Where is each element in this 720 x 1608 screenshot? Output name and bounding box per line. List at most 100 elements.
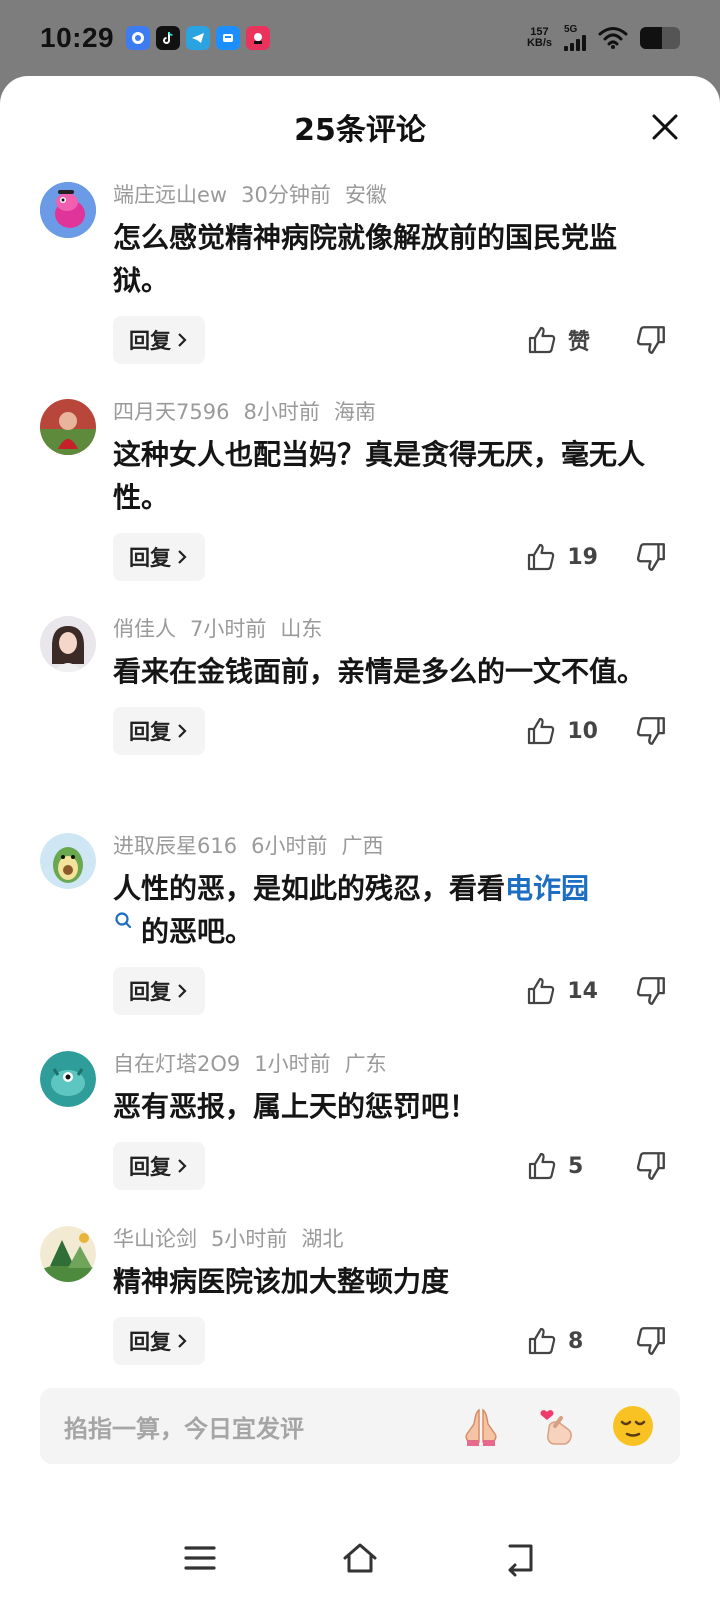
chevron-right-icon bbox=[178, 550, 187, 564]
like-count: 赞 bbox=[568, 330, 591, 355]
comment-location: 广西 bbox=[341, 834, 384, 858]
search-link[interactable]: 电诈园 bbox=[505, 872, 589, 905]
like-count: 5 bbox=[568, 1153, 584, 1179]
comment-location: 海南 bbox=[333, 400, 376, 424]
reply-button[interactable]: 回复 bbox=[113, 967, 205, 1015]
finger-heart-icon[interactable] bbox=[534, 1403, 580, 1449]
thumbs-down-icon[interactable] bbox=[634, 974, 668, 1008]
reply-label: 回复 bbox=[129, 1155, 171, 1179]
tiktok-icon bbox=[156, 26, 181, 50]
like-button[interactable]: 19 bbox=[525, 540, 598, 574]
comments-sheet: 25条评论 端庄远山ew 30分钟前 安徽 怎么感觉精神病院就像解放前的国民党监狱。 bbox=[0, 76, 720, 1608]
thumbs-up-icon bbox=[528, 977, 555, 1005]
like-button[interactable]: 10 bbox=[525, 714, 598, 748]
thumbs-down-icon[interactable] bbox=[634, 540, 668, 574]
like-button[interactable]: 14 bbox=[525, 974, 598, 1008]
comment-actions: 回复 19 bbox=[113, 533, 668, 581]
network-speed: 157 KB/s bbox=[527, 27, 552, 49]
comment-item: 俏佳人 7小时前 山东 看来在金钱面前，亲情是多么的一文不值。 回复 10 bbox=[0, 612, 720, 829]
comment-item: 进取辰星616 6小时前 广西 人性的恶，是如此的残忍，看看电诈园 的恶吧。 回复 … bbox=[0, 829, 720, 1047]
comment-username[interactable]: 四月天7596 bbox=[113, 400, 229, 424]
app-notification-icon bbox=[126, 26, 151, 50]
comment-text: 这种女人也配当妈？真是贪得无厌，毫无人性。 bbox=[113, 438, 646, 514]
chevron-right-icon bbox=[178, 333, 187, 347]
avatar[interactable] bbox=[40, 1051, 96, 1107]
reply-button[interactable]: 回复 bbox=[113, 1317, 205, 1365]
comment-item: 端庄远山ew 30分钟前 安徽 怎么感觉精神病院就像解放前的国民党监狱。 回复 赞 bbox=[0, 178, 720, 395]
menu-icon[interactable] bbox=[180, 1538, 220, 1578]
battery-fill bbox=[640, 27, 662, 49]
like-button[interactable]: 5 bbox=[526, 1149, 598, 1183]
network-type: 5G bbox=[564, 24, 578, 35]
comment-actions: 回复 14 bbox=[113, 967, 668, 1015]
comment-actions: 回复 赞 bbox=[113, 316, 668, 364]
avatar[interactable] bbox=[40, 399, 96, 455]
praying-hands-icon[interactable] bbox=[458, 1403, 504, 1449]
system-nav-bar bbox=[0, 1508, 720, 1608]
status-time: 10:29 bbox=[40, 22, 115, 53]
status-bar: 10:29 157 KB/s 5G bbox=[0, 0, 720, 76]
thumbs-down-icon[interactable] bbox=[634, 1149, 668, 1183]
comment-list: 端庄远山ew 30分钟前 安徽 怎么感觉精神病院就像解放前的国民党监狱。 回复 赞 bbox=[0, 178, 720, 1397]
comment-meta: 四月天7596 8小时前 海南 bbox=[113, 395, 668, 429]
thumbs-up-icon bbox=[528, 1327, 556, 1355]
thumbs-down-icon[interactable] bbox=[634, 714, 668, 748]
comment-location: 安徽 bbox=[344, 183, 387, 207]
cellular-signal: 5G bbox=[564, 25, 586, 51]
comment-username[interactable]: 华山论剑 bbox=[113, 1227, 197, 1251]
comment-actions: 回复 8 bbox=[113, 1317, 668, 1365]
comment-actions: 回复 10 bbox=[113, 707, 668, 755]
like-button[interactable]: 8 bbox=[526, 1324, 598, 1358]
comment-text: 精神病医院该加大整顿力度 bbox=[113, 1265, 450, 1298]
relieved-face-icon[interactable] bbox=[610, 1403, 656, 1449]
avatar[interactable] bbox=[40, 833, 96, 889]
search-icon[interactable] bbox=[113, 910, 135, 932]
thumbs-down-icon[interactable] bbox=[634, 323, 668, 357]
avatar[interactable] bbox=[40, 1226, 96, 1282]
avatar[interactable] bbox=[40, 182, 96, 238]
comment-item: 自在灯塔2O9 1小时前 广东 恶有恶报，属上天的惩罚吧！ 回复 5 bbox=[0, 1047, 720, 1222]
reply-button[interactable]: 回复 bbox=[113, 316, 205, 364]
thumbs-up-icon bbox=[528, 717, 555, 745]
comment-time: 1小时前 bbox=[254, 1052, 331, 1076]
thumbs-up-icon bbox=[528, 1152, 556, 1180]
news-app-icon bbox=[246, 26, 271, 50]
comment-text: 怎么感觉精神病院就像解放前的国民党监狱。 bbox=[113, 221, 618, 297]
close-icon[interactable] bbox=[650, 112, 680, 142]
comment-actions: 回复 5 bbox=[113, 1142, 668, 1190]
comment-input[interactable]: 掐指一算，今日宜发评 bbox=[40, 1388, 680, 1464]
telegram-icon bbox=[186, 26, 211, 50]
reply-label: 回复 bbox=[129, 1330, 171, 1354]
comment-text: 看来在金钱面前，亲情是多么的一文不值。 bbox=[113, 655, 646, 688]
comment-username[interactable]: 自在灯塔2O9 bbox=[113, 1052, 240, 1076]
comment-time: 7小时前 bbox=[190, 617, 267, 641]
comment-location: 山东 bbox=[280, 617, 323, 641]
reply-label: 回复 bbox=[129, 980, 171, 1004]
quick-emoji-bar bbox=[458, 1403, 656, 1449]
comment-username[interactable]: 进取辰星616 bbox=[113, 834, 237, 858]
home-icon[interactable] bbox=[340, 1538, 380, 1578]
comment-meta: 俏佳人 7小时前 山东 bbox=[113, 612, 668, 646]
comment-username[interactable]: 端庄远山ew bbox=[113, 183, 227, 207]
thumbs-down-icon[interactable] bbox=[634, 1324, 668, 1358]
chevron-right-icon bbox=[178, 1334, 187, 1348]
avatar[interactable] bbox=[40, 616, 96, 672]
reply-label: 回复 bbox=[129, 329, 171, 353]
reply-button[interactable]: 回复 bbox=[113, 1142, 205, 1190]
reply-button[interactable]: 回复 bbox=[113, 533, 205, 581]
comment-text: 人性的恶，是如此的残忍，看看电诈园 的恶吧。 bbox=[113, 867, 668, 953]
chevron-right-icon bbox=[178, 1159, 187, 1173]
comment-location: 湖北 bbox=[301, 1227, 344, 1251]
back-icon[interactable] bbox=[500, 1538, 540, 1578]
comment-text-before: 人性的恶，是如此的残忍，看看 bbox=[113, 872, 506, 905]
comment-input-placeholder[interactable]: 掐指一算，今日宜发评 bbox=[64, 1409, 458, 1444]
network-speed-unit: KB/s bbox=[526, 37, 552, 49]
comments-title: 25条评论 bbox=[294, 113, 426, 148]
thumbs-up-icon bbox=[528, 326, 556, 354]
comment-text-after: 的恶吧。 bbox=[141, 915, 254, 948]
comment-username[interactable]: 俏佳人 bbox=[113, 617, 176, 641]
like-button[interactable]: 赞 bbox=[526, 323, 598, 357]
reply-button[interactable]: 回复 bbox=[113, 707, 205, 755]
sheet-header: 25条评论 bbox=[0, 76, 720, 178]
comment-time: 8小时前 bbox=[243, 400, 320, 424]
